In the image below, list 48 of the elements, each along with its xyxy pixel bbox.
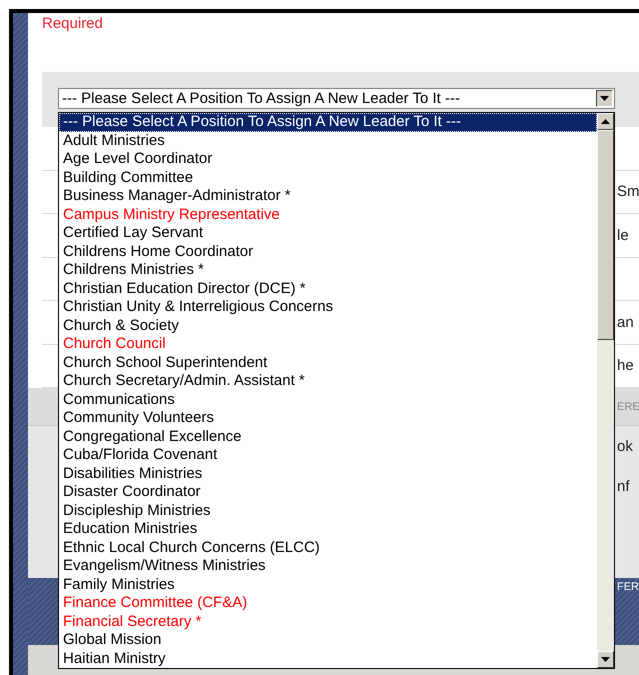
dropdown-option[interactable]: Childrens Home Coordinator (59, 242, 597, 261)
dropdown-option[interactable]: Family Ministries (59, 576, 597, 594)
dropdown-option[interactable]: Childrens Ministries * (59, 261, 597, 280)
dropdown-option[interactable]: Adult Ministries (59, 132, 597, 150)
down-arrow-icon (601, 657, 610, 662)
dropdown-option[interactable]: Financial Secretary * (59, 612, 597, 631)
table-cell-text: ok (617, 438, 634, 454)
dropdown-option[interactable]: Christian Unity & Interreligious Concerns (59, 298, 597, 316)
table-cell-text: nf (617, 478, 631, 494)
dropdown-option[interactable]: Congregational Excellence (59, 428, 597, 446)
band-title: FER (617, 581, 639, 593)
dropdown-option[interactable]: Evangelism/Witness Ministries (59, 557, 597, 576)
up-arrow-icon (601, 119, 610, 124)
table-cell-text: le (617, 226, 630, 244)
dropdown-option[interactable]: Christian Education Director (DCE) * (59, 280, 597, 298)
dropdown-option[interactable]: Disaster Coordinator (59, 483, 597, 502)
dropdown-option[interactable]: Church & Society (59, 316, 597, 335)
scroll-down-button[interactable] (597, 651, 614, 668)
scroll-thumb[interactable] (597, 130, 614, 340)
dropdown-option[interactable]: Church Secretary/Admin. Assistant * (59, 372, 597, 390)
table-cell-text: he (617, 357, 635, 374)
scrollbar[interactable] (597, 113, 614, 668)
dropdown-option[interactable]: Ethnic Local Church Concerns (ELCC) (59, 538, 597, 557)
dropdown-option[interactable]: Campus Ministry Representative (59, 206, 597, 224)
dropdown-option[interactable]: Communications (59, 390, 597, 409)
position-select[interactable]: --- Please Select A Position To Assign A New Leader To It --- (58, 88, 615, 109)
dropdown-option[interactable]: Certified Lay Servant (59, 224, 597, 242)
dropdown-option[interactable]: Cuba/Florida Covenant (59, 446, 597, 464)
table-cell-text: an (617, 314, 635, 331)
dropdown-option[interactable]: Building Committee (59, 168, 597, 187)
dropdown-option[interactable]: Community Volunteers (59, 409, 597, 428)
column-header: ERE (617, 400, 639, 412)
dropdown-option[interactable]: Church School Superintendent (59, 354, 597, 372)
dropdown-option[interactable]: Business Manager-Administrator * (59, 187, 597, 206)
required-label: Required (42, 15, 104, 34)
dropdown-option[interactable]: Finance Committee (CF&A) (59, 594, 597, 612)
dropdown-option[interactable]: Education Ministries (59, 520, 597, 538)
dropdown-button[interactable] (596, 90, 613, 107)
table-cell: Sm (617, 183, 639, 200)
dropdown-option[interactable]: Haitian Ministry (59, 650, 597, 668)
dropdown-option[interactable]: Disabilities Ministries (59, 464, 597, 483)
caret-icon (600, 96, 609, 101)
scroll-up-button[interactable] (597, 113, 614, 130)
dropdown-option[interactable]: --- Please Select A Position To Assign A New Leader To It --- (59, 113, 597, 132)
dropdown-option[interactable]: Global Mission (59, 631, 597, 650)
dropdown-option[interactable]: Church Council (59, 335, 597, 354)
dropdown-option[interactable]: Age Level Coordinator (59, 150, 597, 168)
dropdown-option[interactable]: Discipleship Ministries (59, 502, 597, 520)
